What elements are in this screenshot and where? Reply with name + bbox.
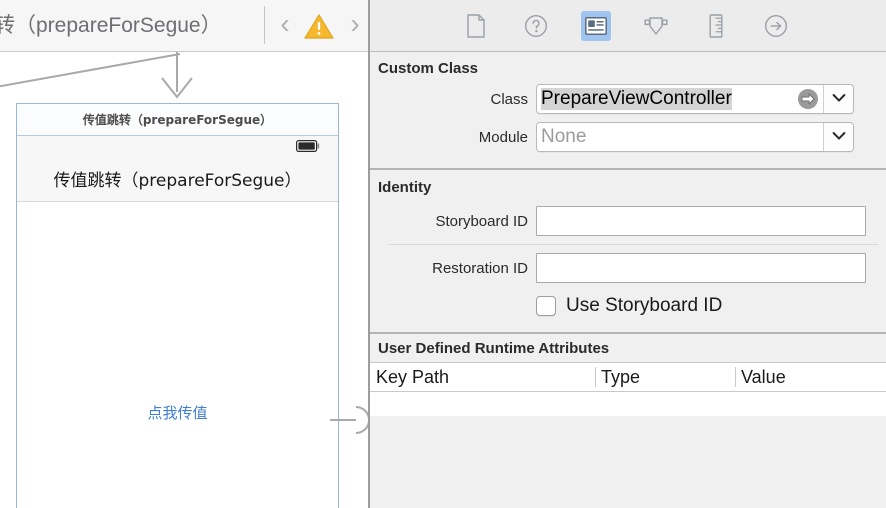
column-header-key-path[interactable]: Key Path	[370, 363, 595, 391]
column-header-type[interactable]: Type	[595, 363, 735, 391]
restoration-id-label: Restoration ID	[370, 260, 536, 277]
module-dropdown-button[interactable]	[823, 123, 853, 151]
jump-bar-title[interactable]: 转（prepareForSegue）	[0, 9, 222, 39]
file-inspector-tab[interactable]	[461, 11, 491, 41]
chevron-down-icon	[832, 128, 846, 146]
question-circle-icon	[524, 14, 548, 38]
view-controller-scene[interactable]: 传值跳转（prepareForSegue） 传值跳转（prepareForSeg…	[16, 103, 339, 508]
segue-connection-icon[interactable]	[330, 403, 368, 437]
user-defined-runtime-attributes-section: User Defined Runtime Attributes Key Path…	[370, 334, 886, 416]
app-window: 转（prepareForSegue） ‹ › 传值跳转（prepareFor	[0, 0, 886, 508]
custom-class-section: Custom Class Class PrepareViewController	[370, 52, 886, 157]
device-body: 传值跳转（prepareForSegue） 点我传值	[17, 136, 338, 508]
module-combo-box[interactable]: None	[536, 122, 854, 152]
scene-content-view[interactable]: 点我传值	[17, 202, 338, 508]
class-dropdown-button[interactable]	[823, 85, 853, 113]
status-bar	[17, 136, 338, 156]
battery-icon	[296, 139, 320, 157]
scene-title-bar[interactable]: 传值跳转（prepareForSegue）	[17, 104, 338, 136]
use-storyboard-id-row[interactable]: Use Storyboard ID	[370, 287, 886, 325]
attributes-inspector-tab[interactable]	[641, 11, 671, 41]
class-combo-box[interactable]: PrepareViewController	[536, 84, 854, 114]
arrow-down-icon	[150, 52, 206, 104]
size-inspector-tab[interactable]	[701, 11, 731, 41]
scene-title: 传值跳转（prepareForSegue）	[83, 111, 272, 128]
arrow-circle-right-icon	[764, 14, 788, 38]
file-icon	[466, 14, 486, 38]
identity-row-divider	[388, 244, 878, 245]
runtime-attributes-table-body[interactable]	[370, 392, 886, 416]
jump-bar: 转（prepareForSegue） ‹ ›	[0, 0, 368, 52]
storyboard-id-label: Storyboard ID	[370, 213, 536, 230]
module-input[interactable]: None	[537, 123, 823, 151]
scene-button[interactable]: 点我传值	[17, 402, 338, 423]
use-storyboard-id-label: Use Storyboard ID	[566, 295, 722, 317]
column-header-value[interactable]: Value	[735, 363, 885, 391]
class-input[interactable]: PrepareViewController	[537, 85, 823, 113]
navigation-bar-title: 传值跳转（prepareForSegue）	[54, 166, 302, 191]
storyboard-canvas-pane: 转（prepareForSegue） ‹ › 传值跳转（prepareFor	[0, 0, 368, 508]
restoration-id-input[interactable]	[536, 253, 866, 283]
identity-inspector-tab[interactable]	[581, 11, 611, 41]
custom-class-header: Custom Class	[370, 52, 886, 81]
identity-header: Identity	[370, 170, 886, 202]
class-field-label: Class	[370, 91, 536, 108]
runtime-attributes-table-header: Key Path Type Value	[370, 362, 886, 392]
quick-help-inspector-tab[interactable]	[521, 11, 551, 41]
connections-inspector-tab[interactable]	[761, 11, 791, 41]
module-placeholder: None	[541, 126, 586, 148]
jump-bar-separator	[264, 6, 265, 44]
goto-definition-arrow-icon[interactable]	[797, 88, 819, 110]
navigation-bar[interactable]: 传值跳转（prepareForSegue）	[17, 156, 338, 202]
module-field-label: Module	[370, 129, 536, 146]
chevron-left-icon[interactable]: ‹	[274, 9, 296, 41]
inspector-tab-bar	[370, 0, 886, 52]
utilities-inspector-pane: Custom Class Class PrepareViewController	[370, 0, 886, 508]
identity-card-icon	[585, 17, 607, 35]
user-defined-runtime-attributes-header: User Defined Runtime Attributes	[370, 334, 886, 362]
chevron-right-icon[interactable]: ›	[344, 9, 366, 41]
class-value: PrepareViewController	[541, 88, 732, 110]
storyboard-id-input[interactable]	[536, 206, 866, 236]
warning-triangle-icon[interactable]	[303, 12, 335, 40]
chevron-down-icon	[832, 90, 846, 108]
identity-section: Identity Storyboard ID Restoration ID Us…	[370, 170, 886, 325]
ruler-icon	[708, 14, 724, 38]
attributes-shield-icon	[643, 14, 669, 38]
use-storyboard-id-checkbox[interactable]	[536, 296, 556, 316]
